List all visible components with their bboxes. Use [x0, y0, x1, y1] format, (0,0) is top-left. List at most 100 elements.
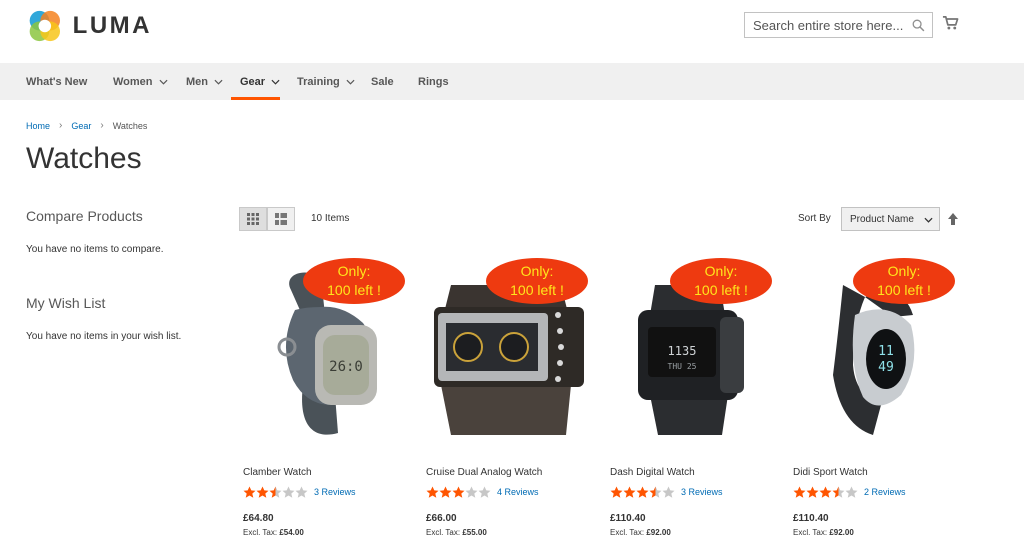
- main-navigation: What's New Women Men Gear Training Sale …: [0, 63, 1024, 100]
- sort-direction-arrow-icon[interactable]: [947, 212, 959, 226]
- rating-stars: [610, 486, 675, 498]
- star-icon: [439, 486, 452, 498]
- product-name-link[interactable]: Cruise Dual Analog Watch: [426, 467, 542, 478]
- stock-badge-line1: Only:: [704, 263, 738, 279]
- excl-tax-price: £54.00: [279, 528, 304, 537]
- nav-label: Men: [186, 75, 208, 88]
- excl-tax-price: £92.00: [829, 528, 854, 537]
- nav-label: What's New: [26, 75, 88, 88]
- reviews-link[interactable]: 2 Reviews: [864, 487, 906, 497]
- rating-stars: [793, 486, 858, 498]
- stock-badge-line2: 100 left !: [510, 282, 564, 298]
- nav-item-training[interactable]: Training: [297, 63, 355, 100]
- star-icon: [806, 486, 819, 498]
- nav-label: Sale: [371, 75, 394, 88]
- sort-by-label: Sort By: [798, 213, 831, 224]
- active-nav-indicator: [231, 97, 280, 100]
- list-icon: [275, 213, 287, 225]
- product-name-link[interactable]: Clamber Watch: [243, 467, 312, 478]
- wishlist-text: You have no items in your wish list.: [26, 331, 182, 342]
- product-rating: 3 Reviews: [243, 486, 356, 498]
- nav-item-sale[interactable]: Sale: [371, 63, 394, 100]
- star-icon: [256, 486, 269, 498]
- cart-icon[interactable]: [942, 15, 959, 31]
- breadcrumb-current: Watches: [112, 120, 148, 131]
- stock-badge-line2: 100 left !: [327, 282, 381, 298]
- stock-badge-line2: 100 left !: [877, 282, 931, 298]
- wishlist-title: My Wish List: [26, 295, 106, 311]
- list-view-button[interactable]: [267, 207, 295, 231]
- reviews-link[interactable]: 3 Reviews: [314, 487, 356, 497]
- excl-tax-label: Excl. Tax:: [610, 528, 645, 537]
- nav-item-whats-new[interactable]: What's New: [26, 63, 87, 100]
- breadcrumb-separator-icon: ›: [100, 120, 104, 131]
- star-icon: [269, 486, 282, 498]
- breadcrumb-gear[interactable]: Gear: [71, 121, 91, 131]
- compare-products-title: Compare Products: [26, 208, 143, 224]
- stock-badge: Only: 100 left !: [853, 258, 955, 304]
- svg-text:49: 49: [878, 360, 894, 375]
- nav-item-gear[interactable]: Gear: [240, 63, 280, 100]
- nav-item-women[interactable]: Women: [113, 63, 168, 100]
- nav-item-rings[interactable]: Rings: [418, 63, 449, 100]
- excl-tax-price: £92.00: [646, 528, 671, 537]
- product-price: £66.00: [426, 513, 457, 524]
- grid-icon: [247, 213, 259, 225]
- svg-text:26:0: 26:0: [329, 359, 363, 375]
- star-icon: [295, 486, 308, 498]
- price-excl-tax: Excl. Tax: £92.00: [793, 528, 854, 537]
- excl-tax-label: Excl. Tax:: [793, 528, 828, 537]
- excl-tax-label: Excl. Tax:: [243, 528, 278, 537]
- sort-by-select[interactable]: Product Name: [841, 207, 940, 231]
- star-icon: [832, 486, 845, 498]
- brand-name: LUMA: [72, 12, 152, 39]
- product-name-link[interactable]: Dash Digital Watch: [610, 467, 695, 478]
- chevron-down-icon: [924, 217, 933, 223]
- stock-badge-line1: Only:: [887, 263, 921, 279]
- nav-item-men[interactable]: Men: [186, 63, 223, 100]
- grid-view-button[interactable]: [239, 207, 267, 231]
- search-icon[interactable]: [912, 19, 925, 32]
- stock-badge-line2: 100 left !: [694, 282, 748, 298]
- price-excl-tax: Excl. Tax: £92.00: [610, 528, 671, 537]
- luma-logo[interactable]: LUMA: [27, 6, 152, 46]
- rating-stars: [426, 486, 491, 498]
- product-price: £64.80: [243, 513, 274, 524]
- svg-text:THU 25: THU 25: [668, 362, 697, 371]
- search-input[interactable]: [753, 17, 903, 33]
- star-icon: [636, 486, 649, 498]
- product-name-link[interactable]: Didi Sport Watch: [793, 467, 868, 478]
- product-price: £110.40: [610, 513, 646, 524]
- star-icon: [282, 486, 295, 498]
- excl-tax-label: Excl. Tax:: [426, 528, 461, 537]
- stock-badge: Only: 100 left !: [486, 258, 588, 304]
- star-icon: [819, 486, 832, 498]
- star-icon: [845, 486, 858, 498]
- nav-label: Gear: [240, 75, 266, 88]
- breadcrumb-separator-icon: ›: [59, 120, 63, 131]
- product-rating: 3 Reviews: [610, 486, 723, 498]
- product-price: £110.40: [793, 513, 829, 524]
- product-rating: 2 Reviews: [793, 486, 906, 498]
- breadcrumb: Home › Gear › Watches: [26, 120, 147, 131]
- luma-logo-icon: [29, 10, 60, 42]
- rating-stars: [243, 486, 308, 498]
- product-item: Only: 100 left ! Cruise Dual Analog Watc…: [426, 255, 596, 545]
- product-rating: 4 Reviews: [426, 486, 539, 498]
- chevron-down-icon: [346, 79, 355, 85]
- stock-badge-line1: Only:: [337, 263, 371, 279]
- excl-tax-price: £55.00: [462, 528, 487, 537]
- chevron-down-icon: [271, 79, 280, 85]
- page-header: LUMA: [0, 0, 1024, 63]
- stock-badge: Only: 100 left !: [303, 258, 405, 304]
- star-icon: [649, 486, 662, 498]
- search-box: [744, 12, 933, 38]
- star-icon: [793, 486, 806, 498]
- reviews-link[interactable]: 3 Reviews: [681, 487, 723, 497]
- items-count: 10 Items: [311, 213, 350, 224]
- reviews-link[interactable]: 4 Reviews: [497, 487, 539, 497]
- sort-by-value: Product Name: [850, 213, 914, 225]
- svg-text:11: 11: [878, 344, 894, 359]
- breadcrumb-home[interactable]: Home: [26, 121, 50, 131]
- star-icon: [478, 486, 491, 498]
